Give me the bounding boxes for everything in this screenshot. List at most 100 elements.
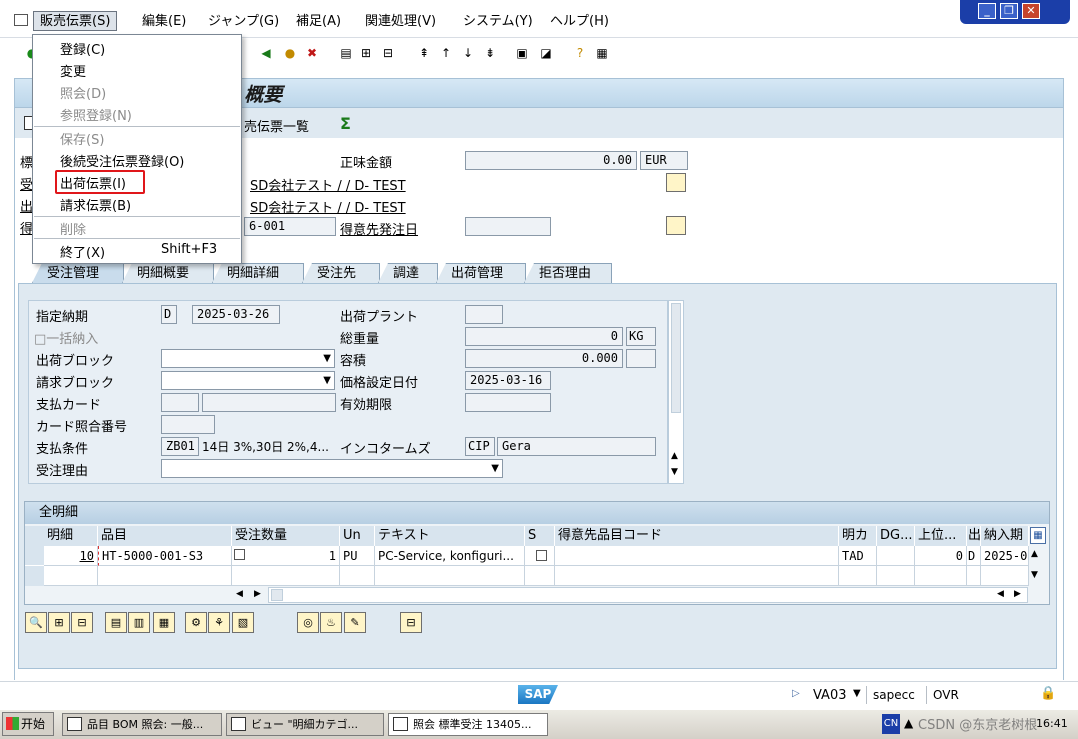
menu-item-billing[interactable]: 請求伝票(B)	[60, 195, 131, 214]
scroll-right-icon[interactable]: ▶	[1014, 589, 1021, 599]
form-scrollbar[interactable]: ▲ ▼	[668, 300, 684, 484]
col-s[interactable]: S	[525, 526, 555, 546]
next-page-icon[interactable]: ↓	[460, 45, 476, 61]
scroll-left-icon[interactable]: ◀	[997, 589, 1004, 599]
table-scroll-down-icon[interactable]: ▼	[1031, 570, 1038, 580]
row-checkbox[interactable]	[536, 550, 547, 561]
table-row[interactable]	[915, 566, 967, 586]
cell-shipping[interactable]: D	[967, 546, 981, 566]
delete-row-icon[interactable]: ⊟	[71, 612, 93, 633]
menu-environment[interactable]: 関連処理(V)	[365, 12, 436, 32]
table-row[interactable]	[340, 566, 375, 586]
weight-unit-field[interactable]: KG	[626, 327, 656, 346]
scroll-right-icon[interactable]: ▶	[254, 589, 261, 599]
conditions-icon[interactable]: ▧	[232, 612, 254, 633]
cell-item-category[interactable]: TAD	[839, 546, 877, 566]
last-page-icon[interactable]: ⇟	[482, 45, 498, 61]
close-icon[interactable]: ✕	[1022, 3, 1040, 19]
print-icon[interactable]: ▤	[338, 45, 354, 61]
scroll-down-icon[interactable]: ▼	[671, 467, 678, 477]
table-row[interactable]	[981, 566, 1029, 586]
row-selector[interactable]	[25, 546, 44, 566]
task-display-sales-order[interactable]: 照会 標準受注 13405...	[388, 713, 548, 736]
item-detail-icon[interactable]: 🔍	[25, 612, 47, 633]
pricing-icon[interactable]: ♨	[320, 612, 342, 633]
valid-to-field[interactable]	[465, 393, 551, 412]
col-material[interactable]: 品目	[98, 526, 232, 546]
cell-unit[interactable]: PU	[340, 546, 375, 566]
menu-goto[interactable]: ジャンプ(G)	[208, 12, 279, 32]
table-row[interactable]	[232, 566, 340, 586]
col-customer-material[interactable]: 得意先品目コード	[555, 526, 839, 546]
system-menu-icon[interactable]	[14, 14, 28, 26]
currency-field[interactable]: EUR	[640, 151, 688, 170]
billing-block-dropdown[interactable]: ▼	[161, 371, 335, 390]
table-row[interactable]	[555, 566, 839, 586]
table-row[interactable]	[839, 566, 877, 586]
col-order-qty[interactable]: 受注数量	[232, 526, 340, 546]
search-help-icon[interactable]	[234, 549, 245, 560]
sales-doc-list-button[interactable]: 売伝票一覧	[244, 116, 309, 135]
restore-icon[interactable]: ❐	[1000, 3, 1018, 19]
menu-item-exit[interactable]: 終了(X)	[60, 242, 105, 261]
col-item[interactable]: 明細	[44, 526, 98, 546]
menu-sales-document[interactable]: 販売伝票(S)	[33, 11, 118, 31]
delivery-plant-field[interactable]	[465, 305, 503, 324]
card-verif-field[interactable]	[161, 415, 215, 434]
row-selector[interactable]	[25, 566, 44, 586]
menu-item-create-subsequent-order[interactable]: 後続受注伝票登録(O)	[60, 151, 184, 170]
col-dg[interactable]: DG...	[877, 526, 915, 546]
menu-system[interactable]: システム(Y)	[463, 12, 533, 32]
cell-higher-level[interactable]: 0	[915, 546, 967, 566]
table-row[interactable]	[375, 566, 525, 586]
tab-item-detail[interactable]: 明細詳細	[212, 263, 304, 283]
configuration-icon[interactable]: ⚙	[185, 612, 207, 633]
minimize-icon[interactable]: _	[978, 3, 996, 19]
first-page-icon[interactable]: ⇞	[416, 45, 432, 61]
find-next-icon[interactable]: ⊟	[380, 45, 396, 61]
cancel-icon[interactable]: ✖	[304, 45, 320, 61]
table-row[interactable]	[967, 566, 981, 586]
new-session-icon[interactable]: ▣	[514, 45, 530, 61]
table-row[interactable]	[44, 566, 98, 586]
cell-dg[interactable]	[877, 546, 915, 566]
layout-icon[interactable]: ▦	[594, 45, 610, 61]
table-settings-icon[interactable]: ▦	[1030, 527, 1046, 544]
table-scroll-up-icon[interactable]: ▲	[1031, 549, 1038, 559]
pricing-date-field[interactable]: 2025-03-16	[465, 371, 551, 390]
back-icon[interactable]: ◀	[258, 45, 274, 61]
find-icon[interactable]: ⊞	[358, 45, 374, 61]
cell-item[interactable]: 10	[44, 546, 98, 566]
complete-delivery-checkbox[interactable]: □一括納入	[34, 328, 98, 347]
select-all-cell[interactable]	[25, 526, 44, 546]
po-number-field[interactable]: 6-001	[244, 217, 336, 236]
total-weight-field[interactable]: 0	[465, 327, 623, 346]
col-delivery-date[interactable]: 納入期	[981, 526, 1029, 546]
partner-detail-icon[interactable]	[666, 173, 686, 192]
exit-icon[interactable]: ●	[282, 45, 298, 61]
menu-item-delivery[interactable]: 出荷伝票(I)	[60, 173, 126, 192]
col-shipping[interactable]: 出	[967, 526, 981, 546]
tab-item-overview[interactable]: 明細概要	[122, 263, 214, 283]
table-row[interactable]	[98, 566, 232, 586]
print-preview-icon[interactable]: ⊟	[400, 612, 422, 633]
req-delivery-date-field[interactable]: 2025-03-26	[192, 305, 280, 324]
cell-text[interactable]: PC-Service, konfiguri...	[375, 546, 525, 566]
availability-icon[interactable]: ◎	[297, 612, 319, 633]
sum-icon[interactable]: Σ	[340, 114, 351, 133]
status-dropdown-icon[interactable]: ▼	[853, 688, 861, 699]
scroll-left-icon[interactable]: ◀	[236, 589, 243, 599]
edit-icon[interactable]: ✎	[344, 612, 366, 633]
menu-extras[interactable]: 補足(A)	[296, 12, 341, 32]
lock-icon[interactable]: 🔒	[1040, 686, 1058, 702]
schedule-lines-icon[interactable]: ⚘	[208, 612, 230, 633]
delivery-block-dropdown[interactable]: ▼	[161, 349, 335, 368]
menu-edit[interactable]: 編集(E)	[142, 12, 186, 32]
payment-card-number-field[interactable]	[202, 393, 336, 412]
scrollbar-thumb[interactable]	[671, 303, 681, 413]
table-row[interactable]	[525, 566, 555, 586]
select-all-icon[interactable]: ▤	[105, 612, 127, 633]
tab-procurement[interactable]: 調達	[378, 263, 438, 283]
cell-customer-material[interactable]	[555, 546, 839, 566]
tab-shipping[interactable]: 出荷管理	[436, 263, 526, 283]
